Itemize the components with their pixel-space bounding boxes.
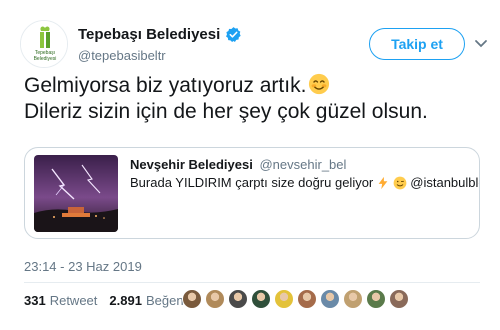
liker-avatar[interactable] <box>343 289 363 309</box>
divider <box>24 282 480 283</box>
quoted-tweet[interactable]: Nevşehir Belediyesi @nevsehir_bel Burada… <box>24 147 480 239</box>
retweet-label[interactable]: Retweet <box>50 293 98 308</box>
liker-avatar[interactable] <box>389 289 409 309</box>
tweet-stats: 331 Retweet 2.891 Beğeni <box>24 293 194 308</box>
like-count[interactable]: 2.891 <box>109 293 142 308</box>
quote-photo-image <box>34 155 118 232</box>
liker-avatar[interactable] <box>205 289 225 309</box>
lightning-night-photo[interactable] <box>34 155 118 232</box>
lightning-icon <box>378 176 388 189</box>
quote-author-name[interactable]: Nevşehir Belediyesi <box>130 157 253 172</box>
liker-avatar[interactable] <box>320 289 340 309</box>
verified-badge-icon <box>226 27 241 42</box>
tweet-line-2: Dileriz sizin için de her şey çok güzel … <box>24 100 428 123</box>
liker-avatar[interactable] <box>274 289 294 309</box>
liker-avatar[interactable] <box>182 289 202 309</box>
tepebasi-logo-icon: Tepebaşı Belediyesi <box>21 21 67 67</box>
quote-header: Nevşehir Belediyesi @nevsehir_bel <box>130 157 346 172</box>
quote-text: Burada YILDIRIM çarptı size doğru geliyo… <box>130 175 479 190</box>
tweet-timestamp[interactable]: 23:14 - 23 Haz 2019 <box>24 259 142 274</box>
winking-face-icon <box>393 176 407 189</box>
svg-text:Belediyesi: Belediyesi <box>34 56 57 62</box>
retweet-count[interactable]: 331 <box>24 293 46 308</box>
liker-avatars <box>182 289 409 309</box>
liker-avatar[interactable] <box>228 289 248 309</box>
author-name-row: Tepebaşı Belediyesi <box>78 26 242 43</box>
author-handle[interactable]: @tepebasibeltr <box>78 48 242 63</box>
follow-button[interactable]: Takip et <box>369 28 465 60</box>
author-block: Tepebaşı Belediyesi @tepebasibeltr <box>78 26 242 63</box>
liker-avatar[interactable] <box>366 289 386 309</box>
chevron-down-icon[interactable] <box>474 38 488 48</box>
tweet-text: Gelmiyorsa biz yatıyoruz artık. Dileriz … <box>24 73 484 125</box>
smiling-face-icon <box>309 73 330 95</box>
quote-mention[interactable]: @istanbulbld <box>410 175 479 190</box>
author-name[interactable]: Tepebaşı Belediyesi <box>78 26 220 43</box>
quote-text-body: Burada YILDIRIM çarptı size doğru geliyo… <box>130 175 374 190</box>
avatar[interactable]: Tepebaşı Belediyesi <box>20 20 68 68</box>
liker-avatar[interactable] <box>251 289 271 309</box>
liker-avatar[interactable] <box>297 289 317 309</box>
tweet-card: Tepebaşı Belediyesi Tepebaşı Belediyesi … <box>0 0 500 330</box>
quote-author-handle[interactable]: @nevsehir_bel <box>259 157 346 172</box>
tweet-line-1: Gelmiyorsa biz yatıyoruz artık. <box>24 73 484 99</box>
tweet-line-1-text: Gelmiyorsa biz yatıyoruz artık. <box>24 74 307 97</box>
like-label[interactable]: Beğeni <box>146 293 186 308</box>
